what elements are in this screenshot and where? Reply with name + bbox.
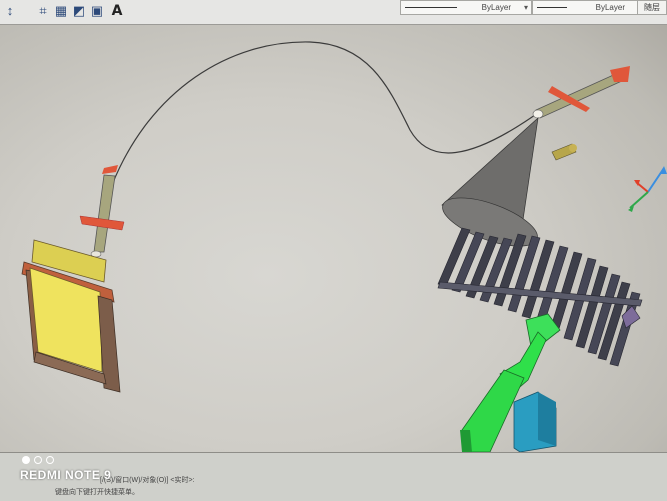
ucs-axis-icon <box>628 166 667 212</box>
trajectory-curve <box>111 41 536 186</box>
camera-watermark-text: REDMI NOTE 9 <box>20 468 112 482</box>
right-missile <box>532 66 630 119</box>
cyan-base-block <box>513 391 557 452</box>
command-prompt-text: [/(S)/窗口(W)/对象(O)] <实时>: <box>100 477 195 484</box>
seeker-cone <box>441 117 539 247</box>
command-hint-text: 键盘向下键打开快捷菜单。 <box>55 489 139 496</box>
left-missile <box>79 165 125 258</box>
camera-watermark-dots <box>22 451 58 469</box>
cad-drawing-screen: ↕ ⌗ ▦ ◩ ▣ A ByLayer ▾ ByLayer ▾ 随层 <box>0 0 667 501</box>
left-launcher-frame <box>21 239 121 393</box>
model-space-canvas[interactable] <box>0 0 667 452</box>
small-warhead <box>551 143 577 161</box>
